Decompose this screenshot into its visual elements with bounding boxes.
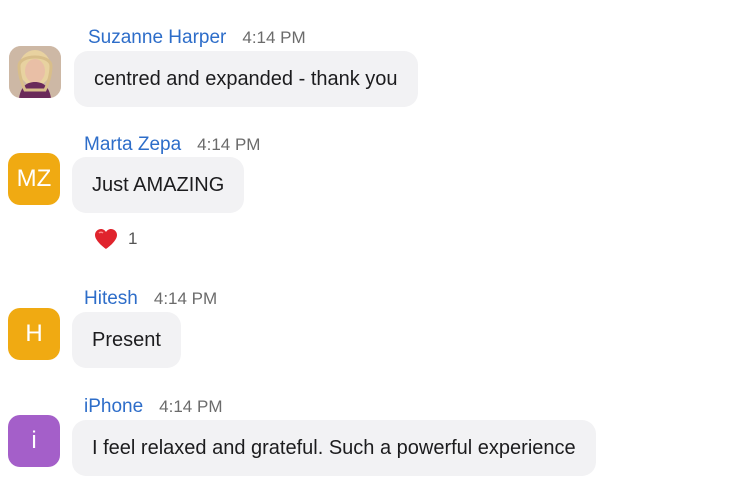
- timestamp: 4:14 PM: [242, 28, 306, 47]
- message-bubble[interactable]: I feel relaxed and grateful. Such a powe…: [72, 420, 596, 476]
- heart-icon: [95, 229, 117, 249]
- avatar-initials: MZ: [16, 165, 52, 192]
- avatar[interactable]: i: [8, 415, 60, 467]
- sender-name[interactable]: Suzanne Harper: [88, 27, 226, 49]
- message-bubble[interactable]: Just AMAZING: [72, 157, 245, 213]
- sender-name[interactable]: Hitesh: [84, 288, 138, 310]
- sender-name[interactable]: Marta Zepa: [84, 134, 181, 156]
- timestamp: 4:14 PM: [153, 289, 218, 308]
- message-bubble[interactable]: centred and expanded - thank you: [74, 51, 418, 107]
- avatar-initials: i: [31, 427, 37, 454]
- message-bubble[interactable]: Present: [72, 312, 181, 368]
- message-header: Marta Zepa 4:14 PM: [84, 134, 260, 156]
- avatar-initials: H: [25, 320, 43, 347]
- message-header: Suzanne Harper 4:14 PM: [88, 27, 306, 49]
- sender-name[interactable]: iPhone: [84, 396, 143, 418]
- avatar[interactable]: MZ: [8, 153, 60, 205]
- avatar[interactable]: [9, 46, 61, 98]
- message-header: iPhone 4:14 PM: [84, 396, 222, 418]
- reaction-count: 1: [128, 229, 138, 248]
- chat-message-list: Suzanne Harper 4:14 PM centred and expan…: [0, 0, 750, 500]
- timestamp: 4:14 PM: [197, 135, 261, 154]
- reaction-badge[interactable]: 1: [94, 228, 137, 250]
- avatar[interactable]: H: [8, 308, 60, 360]
- message-header: Hitesh 4:14 PM: [84, 288, 217, 310]
- timestamp: 4:14 PM: [159, 397, 223, 416]
- avatar-photo: [9, 46, 61, 98]
